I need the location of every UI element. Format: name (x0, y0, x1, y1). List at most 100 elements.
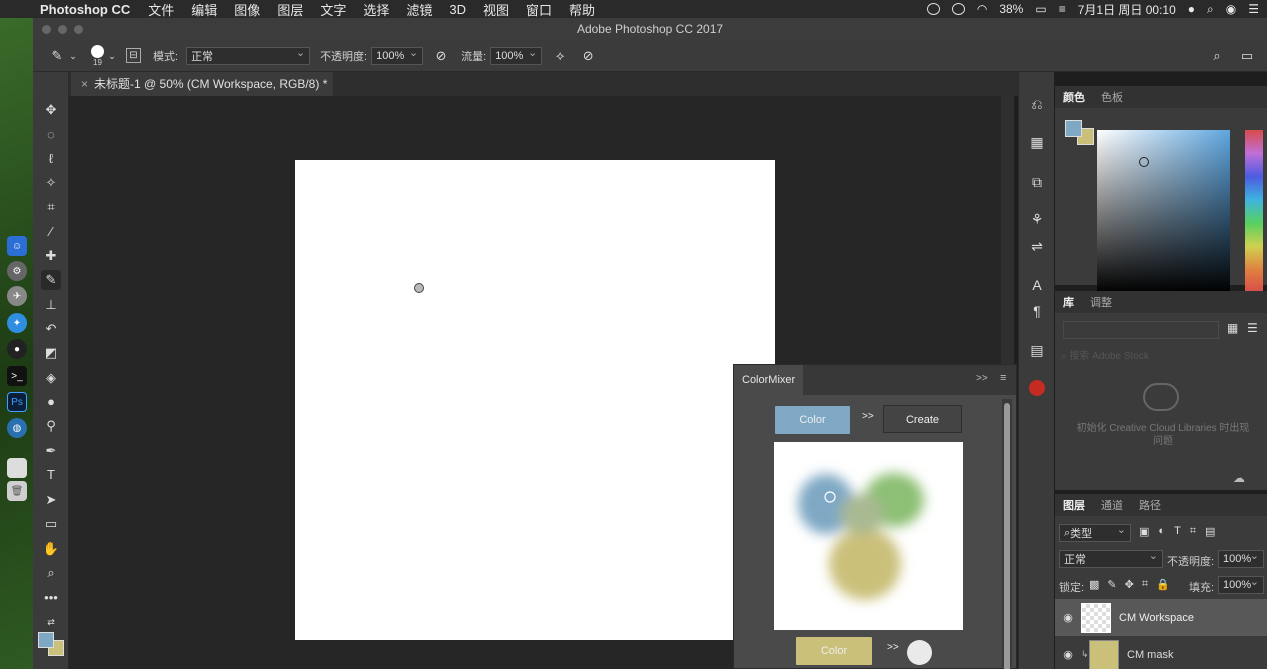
document-canvas[interactable] (295, 160, 775, 640)
menu-edit[interactable]: 编辑 (191, 0, 217, 19)
airbrush-icon[interactable]: ⟡ (552, 48, 568, 64)
magic-wand-tool-icon[interactable]: ✧ (41, 173, 61, 193)
layer-fill-input[interactable]: 100% (1218, 575, 1264, 594)
grid-view-icon[interactable]: ▦ (1227, 321, 1243, 337)
lock-all-icon[interactable]: 🔒 (1156, 578, 1170, 591)
path-selection-tool-icon[interactable]: ➤ (41, 490, 61, 510)
creative-cloud-icon[interactable] (951, 3, 965, 15)
eyedropper-tool-icon[interactable]: ⁄ (41, 222, 61, 242)
hand-tool-icon[interactable]: ✋ (41, 539, 61, 559)
paint-bucket-tool-icon[interactable]: ◈ (41, 368, 61, 388)
filter-pixel-icon[interactable]: ▣ (1139, 525, 1149, 538)
launchpad-icon[interactable]: ✈ (7, 286, 27, 306)
foreground-color-chip[interactable] (1065, 120, 1082, 137)
stop-record-icon[interactable] (926, 3, 940, 15)
brush-preset-icon[interactable]: ✎ (49, 48, 65, 64)
menu-window[interactable]: 窗口 (526, 0, 552, 19)
mixing-canvas[interactable] (774, 442, 963, 630)
layer-blend-mode-select[interactable]: 正常 (1059, 549, 1163, 568)
pressure-size-icon[interactable]: ⊘ (580, 48, 596, 64)
zoom-tool-icon[interactable]: ⌕ (41, 563, 61, 583)
layer-visibility-eye-icon[interactable]: ◉ (1055, 648, 1081, 661)
tab-channels[interactable]: 通道 (1093, 497, 1131, 513)
tab-swatches[interactable]: 色板 (1093, 89, 1131, 105)
tab-libraries[interactable]: 库 (1055, 294, 1082, 310)
move-tool-icon[interactable]: ✥ (41, 100, 61, 120)
tab-color[interactable]: 颜色 (1055, 89, 1093, 105)
lock-position-icon[interactable]: ✥ (1125, 578, 1134, 591)
filter-adjustment-icon[interactable]: ◐ (1158, 525, 1165, 538)
stamp-tool-icon[interactable]: ⊥ (41, 295, 61, 315)
list-view-icon[interactable]: ☰ (1247, 321, 1263, 337)
cloud-sync-icon[interactable]: ☁ (1233, 471, 1245, 485)
layer-filter-select[interactable]: ⌕ 类型 (1059, 523, 1131, 542)
brush-size-dropdown-icon[interactable]: ⌄ (104, 48, 120, 64)
brush-panel-toggle-icon[interactable]: ⊟ (126, 48, 141, 63)
tab-paths[interactable]: 路径 (1131, 497, 1169, 513)
menu-type[interactable]: 文字 (320, 0, 346, 19)
trash-icon[interactable]: 🗑 (7, 481, 27, 501)
color-picker-field[interactable] (1097, 130, 1230, 293)
colormixer-scrollbar[interactable] (1002, 399, 1012, 669)
collapse-panel-icon[interactable]: >> (976, 373, 988, 384)
type-tool-icon[interactable]: T (41, 465, 61, 485)
battery-percent[interactable]: 38% (999, 2, 1023, 16)
menu-layer[interactable]: 图层 (277, 0, 303, 19)
window-minimize-button[interactable] (58, 25, 67, 34)
eraser-tool-icon[interactable]: ◩ (41, 343, 61, 363)
finder-icon[interactable]: ☺ (7, 236, 27, 256)
safari-icon[interactable]: ✦ (7, 313, 27, 333)
layer-comps-panel-icon[interactable]: ▤ (1027, 340, 1047, 360)
filter-shape-icon[interactable]: ⌗ (1190, 525, 1196, 538)
tab-adjustments[interactable]: 调整 (1082, 294, 1120, 310)
character-panel-icon[interactable]: A (1027, 275, 1047, 295)
menu-image[interactable]: 图像 (234, 0, 260, 19)
brush-settings-panel-icon[interactable]: ⚘ (1027, 209, 1047, 229)
window-zoom-button[interactable] (74, 25, 83, 34)
clone-source-panel-icon[interactable]: ⧉ (1027, 172, 1047, 192)
notification-center-icon[interactable]: ☰ (1248, 2, 1259, 16)
downloads-icon[interactable] (7, 458, 27, 478)
scrollbar-thumb[interactable] (1004, 403, 1010, 669)
brush-preset-dropdown-icon[interactable]: ⌄ (65, 48, 81, 64)
brush-tool-icon[interactable]: ✎ (41, 270, 61, 290)
window-close-button[interactable] (42, 25, 51, 34)
lock-transparent-icon[interactable]: ▩ (1089, 578, 1099, 591)
layer-row[interactable]: ◉ CM Workspace (1055, 599, 1267, 636)
menu-view[interactable]: 视图 (483, 0, 509, 19)
brush-size-picker[interactable]: 19 (91, 44, 104, 67)
opacity-input[interactable]: 100% (371, 46, 424, 65)
library-select[interactable] (1063, 321, 1219, 339)
paragraph-panel-icon[interactable]: ¶ (1027, 301, 1047, 321)
stock-search-field[interactable]: ⌕ 搜索 Adobe Stock (1061, 347, 1261, 365)
layer-row[interactable]: ◉ ↳ CM mask (1055, 636, 1267, 669)
blur-tool-icon[interactable]: ● (41, 392, 61, 412)
github-icon[interactable]: ● (7, 339, 27, 359)
history-brush-tool-icon[interactable]: ↶ (41, 319, 61, 339)
menu-extra-icon[interactable]: ≡ (1059, 2, 1066, 16)
pen-tool-icon[interactable]: ✒ (41, 441, 61, 461)
wifi-icon[interactable]: ◠ (977, 2, 987, 16)
close-tab-icon[interactable]: × (81, 77, 88, 91)
menu-3d[interactable]: 3D (449, 2, 466, 17)
menu-filter[interactable]: 滤镜 (406, 0, 432, 19)
menu-file[interactable]: 文件 (148, 0, 174, 19)
browser-icon[interactable]: ◍ (7, 418, 27, 438)
hue-slider[interactable] (1245, 130, 1263, 293)
colormixer-tab[interactable]: ColorMixer (734, 365, 804, 395)
workspace-switcher-icon[interactable]: ▭ (1239, 48, 1255, 64)
filter-smart-object-icon[interactable]: ▤ (1205, 525, 1215, 538)
system-preferences-icon[interactable]: ⚙ (7, 261, 27, 281)
output-color-swatch[interactable] (907, 640, 932, 665)
flow-input[interactable]: 100% (490, 46, 543, 65)
create-button[interactable]: Create (883, 405, 962, 433)
layer-visibility-eye-icon[interactable]: ◉ (1055, 611, 1081, 624)
swap-colors-icon[interactable]: ⇄ (41, 612, 61, 632)
crop-tool-icon[interactable]: ⌗ (41, 197, 61, 217)
spotlight-search-icon[interactable]: ⌕ (1207, 2, 1214, 17)
rectangle-tool-icon[interactable]: ▭ (41, 514, 61, 534)
filter-type-icon[interactable]: T (1174, 525, 1181, 538)
dodge-tool-icon[interactable]: ⚲ (41, 416, 61, 436)
panel-menu-icon[interactable]: ≡ (1000, 372, 1006, 384)
photoshop-dock-icon[interactable]: Ps (7, 392, 27, 412)
